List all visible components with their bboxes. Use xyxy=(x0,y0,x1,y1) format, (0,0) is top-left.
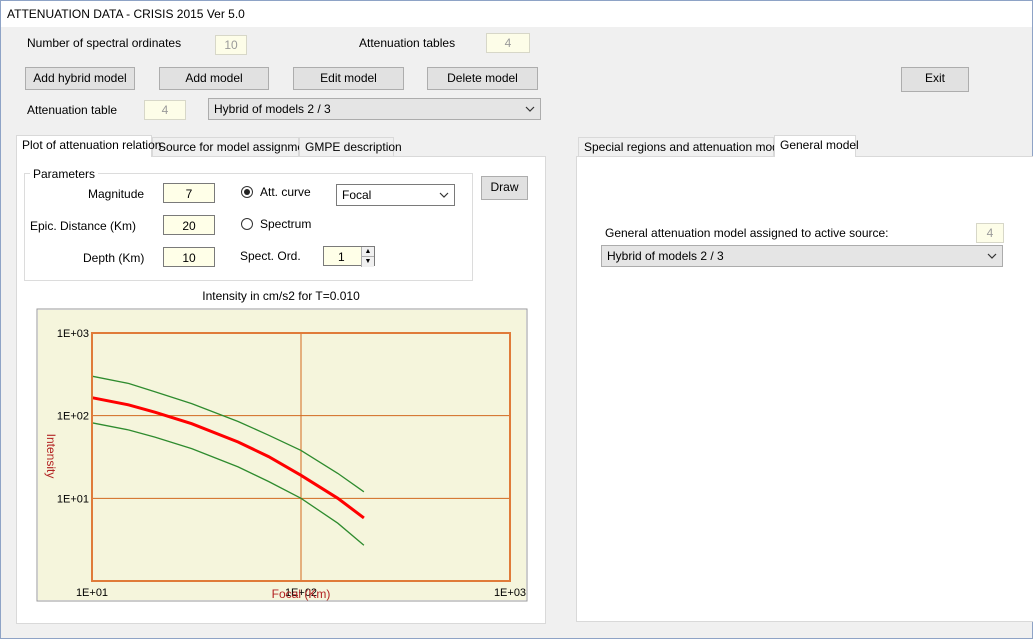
tab-special-regions[interactable]: Special regions and attenuation models xyxy=(578,137,794,157)
tab-gmpe-description[interactable]: GMPE description xyxy=(299,137,402,157)
window-title: ATTENUATION DATA - CRISIS 2015 Ver 5.0 xyxy=(7,7,245,21)
draw-button[interactable]: Draw xyxy=(481,176,528,200)
tab-general-model[interactable]: General model xyxy=(774,135,859,157)
spectrum-label: Spectrum xyxy=(260,217,312,231)
x-axis-label: Focal (Km) xyxy=(272,587,331,601)
plot-background xyxy=(38,310,526,600)
spectrum-radio[interactable] xyxy=(241,218,253,230)
spect-ord-label: Spect. Ord. xyxy=(240,249,301,263)
tab-plot-attenuation[interactable]: Plot of attenuation relation xyxy=(16,135,161,157)
delete-model-button[interactable]: Delete model xyxy=(427,67,538,90)
att-curve-radio[interactable] xyxy=(241,186,253,198)
chart-title: Intensity in cm/s2 for T=0.010 xyxy=(202,289,360,303)
distance-type-select[interactable]: Focal xyxy=(336,184,455,206)
att-table-select-value: Hybrid of models 2 / 3 xyxy=(214,102,331,116)
plot-panel: Parameters Magnitude 7 Epic. Distance (K… xyxy=(16,156,546,624)
y-tick-label: 1E+03 xyxy=(57,328,89,340)
num-spectral-field: 10 xyxy=(215,35,247,55)
att-tables-label: Attenuation tables xyxy=(359,36,456,50)
distance-input[interactable]: 20 xyxy=(163,215,215,235)
general-model-index: 4 xyxy=(976,223,1004,243)
edit-model-button[interactable]: Edit model xyxy=(293,67,404,90)
chevron-down-icon xyxy=(525,106,535,112)
att-curve-label: Att. curve xyxy=(260,185,311,199)
x-tick-label: 1E+03 xyxy=(494,587,526,599)
title-bar: ATTENUATION DATA - CRISIS 2015 Ver 5.0 xyxy=(1,1,1032,27)
parameters-group-title: Parameters xyxy=(30,167,99,181)
depth-label: Depth (Km) xyxy=(83,251,145,265)
tab-source-assignment[interactable]: Source for model assignment xyxy=(152,137,314,157)
num-spectral-label: Number of spectral ordinates xyxy=(27,36,182,50)
distance-type-value: Focal xyxy=(342,188,372,202)
y-tick-label: 1E+02 xyxy=(57,411,89,423)
spin-up-icon[interactable]: ▲ xyxy=(362,247,374,257)
add-model-button[interactable]: Add model xyxy=(159,67,269,90)
magnitude-input[interactable]: 7 xyxy=(163,183,215,203)
y-tick-label: 1E+01 xyxy=(57,493,89,505)
spin-down-icon[interactable]: ▼ xyxy=(362,257,374,266)
magnitude-label: Magnitude xyxy=(88,187,145,201)
general-model-panel: General attenuation model assigned to ac… xyxy=(576,156,1033,622)
general-model-select-value: Hybrid of models 2 / 3 xyxy=(607,249,724,263)
distance-label: Epic. Distance (Km) xyxy=(30,219,137,233)
spect-ord-value: 1 xyxy=(338,250,345,264)
chevron-down-icon xyxy=(439,192,449,198)
att-tables-field: 4 xyxy=(486,33,530,53)
add-hybrid-model-button[interactable]: Add hybrid model xyxy=(25,67,135,90)
att-table-field: 4 xyxy=(144,100,186,120)
x-tick-label: 1E+01 xyxy=(76,587,108,599)
general-model-select[interactable]: Hybrid of models 2 / 3 xyxy=(601,245,1003,267)
depth-input[interactable]: 10 xyxy=(163,247,215,267)
spin-buttons[interactable]: ▲ ▼ xyxy=(361,247,374,267)
y-axis-label: Intensity xyxy=(44,434,58,479)
chevron-down-icon xyxy=(987,253,997,259)
spect-ord-stepper[interactable]: 1 ▲ ▼ xyxy=(323,246,375,267)
att-table-select[interactable]: Hybrid of models 2 / 3 xyxy=(208,98,541,120)
general-model-label: General attenuation model assigned to ac… xyxy=(605,226,889,240)
attenuation-chart: Intensity in cm/s2 for T=0.010 1E+01 1E+0… xyxy=(36,289,528,602)
main-window: ATTENUATION DATA - CRISIS 2015 Ver 5.0 N… xyxy=(0,0,1033,639)
att-table-label: Attenuation table xyxy=(27,103,118,117)
exit-button[interactable]: Exit xyxy=(901,67,969,92)
